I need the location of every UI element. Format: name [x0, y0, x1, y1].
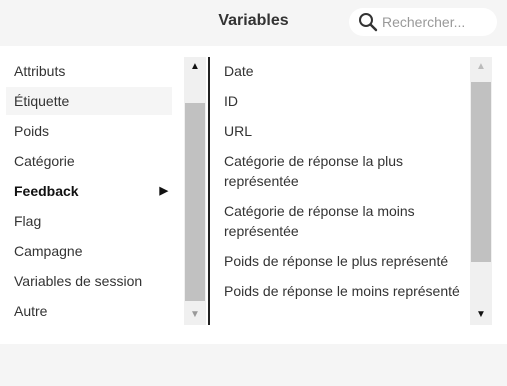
- header: Variables: [0, 0, 507, 45]
- variable-scrollbar[interactable]: ▲ ▼: [470, 57, 492, 325]
- scrollbar-thumb[interactable]: [471, 82, 491, 262]
- category-scrollbar[interactable]: ▲ ▼: [184, 57, 206, 325]
- scroll-down-arrow-icon[interactable]: ▼: [184, 305, 206, 325]
- category-item-variables-de-session[interactable]: Variables de session: [6, 267, 172, 295]
- column-divider: [208, 57, 210, 325]
- search-box[interactable]: [349, 8, 497, 36]
- category-item-poids[interactable]: Poids: [6, 117, 172, 145]
- variable-item[interactable]: Poids de réponse le plus représenté: [224, 251, 464, 271]
- category-item-feedback[interactable]: Feedback ▶: [6, 177, 172, 205]
- category-item-categorie[interactable]: Catégorie: [6, 147, 172, 175]
- category-label: Attributs: [14, 63, 66, 79]
- category-label: Campagne: [14, 243, 83, 259]
- category-label: Autre: [14, 303, 48, 319]
- scroll-up-arrow-icon[interactable]: ▲: [184, 57, 206, 77]
- category-item-campagne[interactable]: Campagne: [6, 237, 172, 265]
- category-item-flag[interactable]: Flag: [6, 207, 172, 235]
- category-label: Étiquette: [14, 93, 70, 109]
- category-label: Variables de session: [14, 273, 143, 289]
- category-item-attributs[interactable]: Attributs: [6, 57, 172, 85]
- search-input[interactable]: [382, 12, 487, 32]
- scroll-up-arrow-icon[interactable]: ▲: [470, 57, 492, 77]
- variable-item[interactable]: ID: [224, 91, 464, 111]
- scroll-down-arrow-icon[interactable]: ▼: [470, 305, 492, 325]
- variable-item[interactable]: Poids de réponse le moins représenté: [224, 281, 464, 301]
- search-icon[interactable]: [358, 12, 378, 32]
- category-item-autre[interactable]: Autre: [6, 297, 172, 325]
- triangle-right-icon: ▶: [159, 185, 168, 197]
- category-item-etiquette[interactable]: Étiquette: [6, 87, 172, 115]
- variable-item[interactable]: Catégorie de réponse la plus représentée: [224, 151, 464, 191]
- variable-item[interactable]: Catégorie de réponse la moins représenté…: [224, 201, 464, 241]
- variable-item[interactable]: URL: [224, 121, 464, 141]
- category-label: Feedback: [14, 183, 79, 199]
- category-label: Catégorie: [14, 153, 75, 169]
- category-label: Flag: [14, 213, 42, 229]
- category-label: Poids: [14, 123, 50, 139]
- footer: [0, 344, 507, 386]
- variable-item[interactable]: Date: [224, 61, 464, 81]
- scrollbar-thumb[interactable]: [185, 103, 205, 301]
